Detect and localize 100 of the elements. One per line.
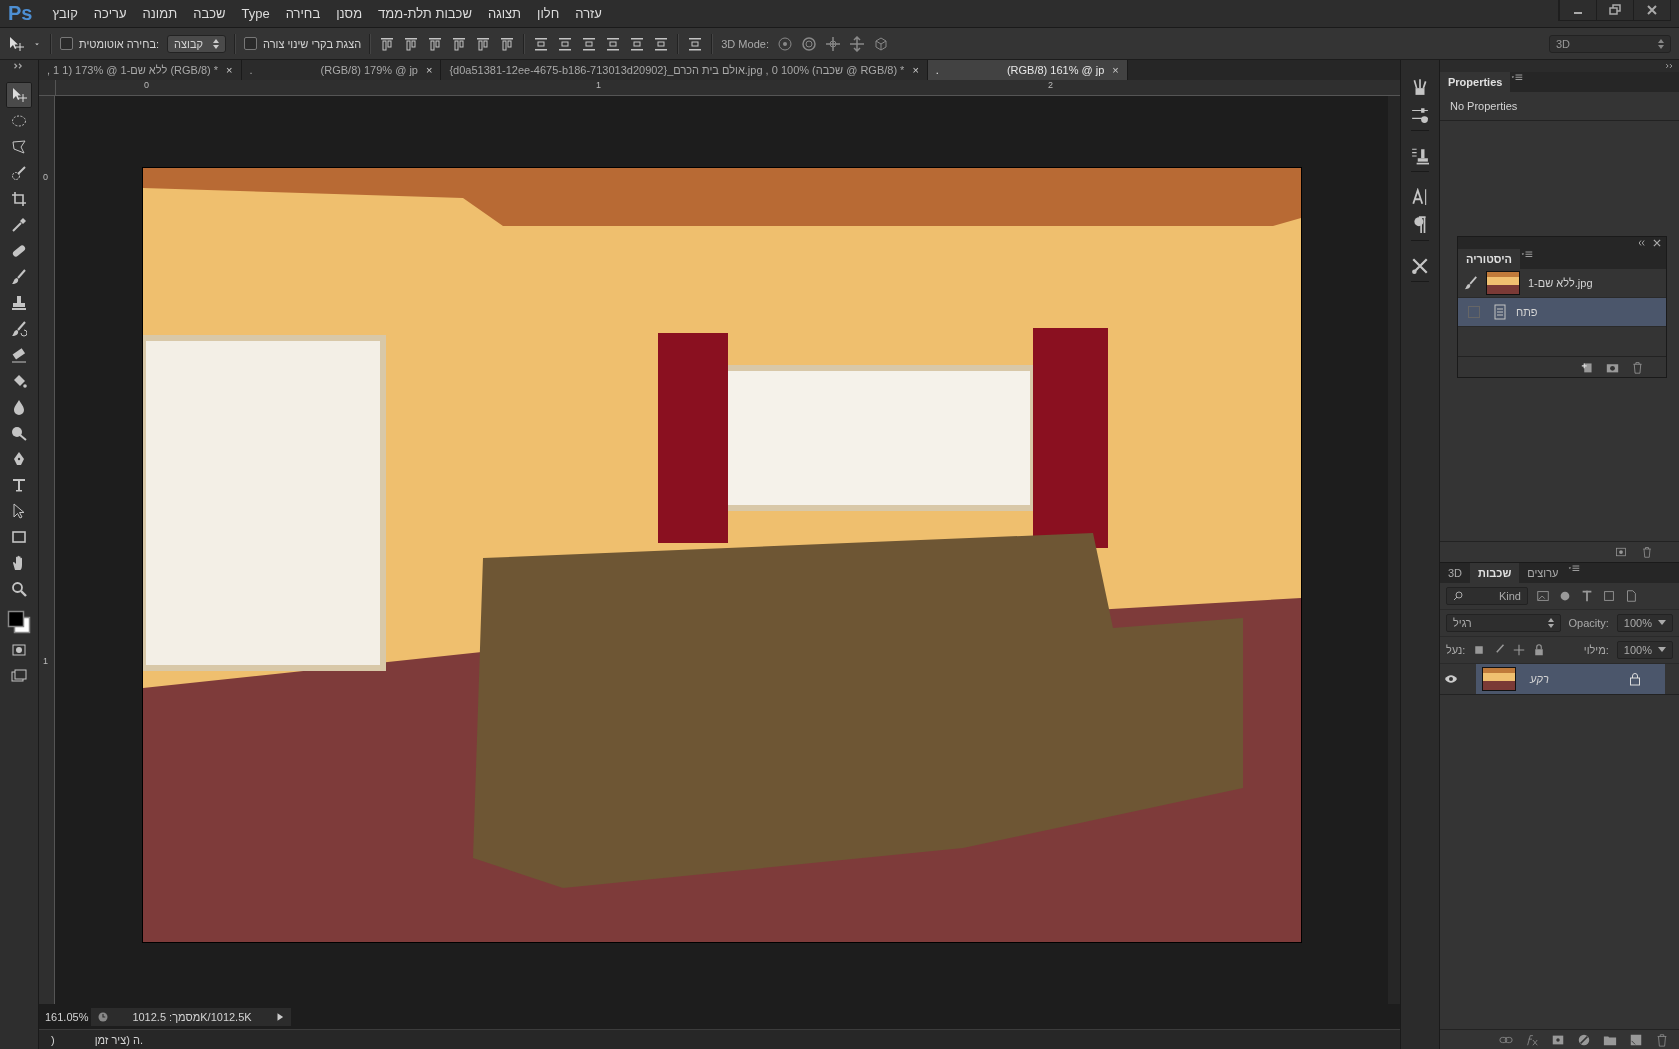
distribute-icon[interactable]: [581, 35, 598, 52]
distribute-icon[interactable]: [653, 35, 670, 52]
target-dropdown[interactable]: קבוצה: [167, 34, 226, 53]
close-icon[interactable]: ×: [912, 64, 919, 76]
blend-mode-dropdown[interactable]: רגיל: [1446, 614, 1561, 632]
rectangle-icon[interactable]: [11, 529, 27, 545]
move-tool-icon[interactable]: [11, 87, 27, 103]
brush-icon[interactable]: [11, 269, 27, 285]
panel-tab[interactable]: Properties: [1440, 72, 1511, 92]
sliders-icon[interactable]: [1411, 106, 1429, 124]
opacity-field[interactable]: 100%: [1616, 614, 1673, 632]
panel-tab[interactable]: שכבות: [1470, 563, 1520, 583]
checkbox[interactable]: [244, 37, 257, 50]
document-tab[interactable]: . (RGB/8) 179% @ jp ×: [241, 60, 442, 80]
distribute-icon[interactable]: [605, 35, 622, 52]
menu-item[interactable]: עזרה: [567, 3, 610, 24]
distribute-icon[interactable]: [557, 35, 574, 52]
menu-item[interactable]: קובץ: [44, 3, 86, 24]
fx-icon[interactable]: [1525, 1032, 1539, 1047]
paragraph-icon[interactable]: [1411, 216, 1429, 234]
crop-icon[interactable]: [11, 191, 27, 207]
clock-icon[interactable]: [97, 1010, 109, 1023]
panel-tab[interactable]: ערוצים: [1519, 563, 1567, 583]
filter-dropdown[interactable]: Kind: [1446, 587, 1528, 605]
fill-field[interactable]: 100%: [1616, 641, 1673, 659]
panel-tab[interactable]: היסטוריה: [1458, 249, 1520, 269]
close-icon[interactable]: ×: [1112, 64, 1119, 76]
adjustment-filter-icon[interactable]: [1558, 589, 1572, 603]
type-filter-icon[interactable]: [1580, 589, 1594, 603]
dodge-icon[interactable]: [11, 425, 27, 441]
align-icon[interactable]: [379, 35, 396, 52]
move-tool-icon[interactable]: [8, 35, 24, 52]
trash-icon[interactable]: [1631, 360, 1644, 374]
pan-icon[interactable]: [824, 35, 841, 52]
move-icon[interactable]: [1513, 644, 1526, 656]
close-icon[interactable]: [1652, 238, 1662, 248]
lock-icon[interactable]: [1533, 644, 1546, 656]
align-icon[interactable]: [427, 35, 444, 52]
distribute-icon[interactable]: [687, 35, 704, 52]
marquee-icon[interactable]: [11, 113, 27, 129]
document-tab[interactable]: . (RGB/8) 161% @ jp ×: [927, 60, 1128, 80]
type-tool-icon[interactable]: [11, 477, 27, 493]
history-brush-icon[interactable]: [11, 321, 27, 337]
slide-icon[interactable]: [848, 35, 865, 52]
menu-item[interactable]: Type: [233, 3, 278, 24]
orbit-icon[interactable]: [776, 35, 793, 52]
lasso-icon[interactable]: [11, 139, 27, 155]
eyedropper-icon[interactable]: [11, 217, 27, 233]
document-tab[interactable]: , 1 1) 173% @ 1-ללא שם (RGB/8) * ×: [39, 60, 242, 80]
panel-tab[interactable]: 3D: [1440, 563, 1471, 583]
menu-item[interactable]: מסנן: [328, 3, 371, 24]
quick-select-icon[interactable]: [11, 165, 27, 181]
menu-item[interactable]: שכבה: [185, 3, 234, 24]
path-selection-icon[interactable]: [11, 503, 27, 519]
expand-icon[interactable]: [1665, 61, 1675, 71]
menu-item[interactable]: תמונה: [134, 3, 186, 24]
smart-object-filter-icon[interactable]: [1624, 589, 1638, 603]
character-icon[interactable]: [1411, 188, 1429, 206]
new-document-icon[interactable]: [1581, 360, 1594, 374]
layer-row[interactable]: רקע: [1476, 664, 1665, 694]
image-filter-icon[interactable]: [1536, 589, 1550, 603]
shape-filter-icon[interactable]: [1602, 589, 1616, 603]
pen-icon[interactable]: [11, 451, 27, 467]
distribute-icon[interactable]: [629, 35, 646, 52]
collapse-icon[interactable]: [1636, 238, 1646, 248]
menu-item[interactable]: חלון: [529, 3, 568, 24]
menu-item[interactable]: עריכה: [85, 3, 135, 24]
eraser-icon[interactable]: [11, 347, 27, 363]
color-swatches-icon[interactable]: [7, 610, 31, 634]
history-brush-icon[interactable]: [1464, 276, 1478, 290]
adjustment-icon[interactable]: [1577, 1032, 1591, 1047]
tools-icon[interactable]: [1411, 257, 1429, 275]
play-icon[interactable]: [275, 1011, 285, 1022]
align-icon[interactable]: [499, 35, 516, 52]
trash-icon[interactable]: [1655, 1032, 1669, 1047]
checkbox[interactable]: [60, 37, 73, 50]
brushes-icon[interactable]: [1411, 78, 1429, 96]
close-icon[interactable]: ×: [425, 64, 433, 76]
new-layer-icon[interactable]: [1629, 1032, 1643, 1047]
trash-icon[interactable]: [1641, 546, 1653, 558]
menu-item[interactable]: תצוגה: [479, 3, 530, 24]
tool-button[interactable]: [6, 82, 32, 108]
expand-icon[interactable]: [13, 60, 25, 72]
align-icon[interactable]: [451, 35, 468, 52]
menu-item[interactable]: בחירה: [277, 3, 329, 24]
brush-icon[interactable]: [1493, 644, 1506, 656]
align-icon[interactable]: [475, 35, 492, 52]
close-icon[interactable]: ×: [226, 64, 233, 76]
drop-icon[interactable]: [11, 399, 27, 415]
zoom-icon[interactable]: [11, 581, 27, 597]
align-icon[interactable]: [403, 35, 420, 52]
lock-pixels-icon[interactable]: [1473, 644, 1486, 656]
cube-icon[interactable]: [872, 35, 889, 52]
stamp-icon[interactable]: [11, 295, 27, 311]
timeline-label[interactable]: ה (ציר זמן.: [94, 1033, 143, 1046]
timeline-label[interactable]: ): [51, 1033, 55, 1046]
history-item[interactable]: פתח: [1458, 298, 1666, 327]
eye-icon[interactable]: [1444, 674, 1458, 684]
screen-mode-icon[interactable]: [11, 668, 27, 684]
menu-item[interactable]: שכבות תלת-ממד: [370, 3, 480, 24]
